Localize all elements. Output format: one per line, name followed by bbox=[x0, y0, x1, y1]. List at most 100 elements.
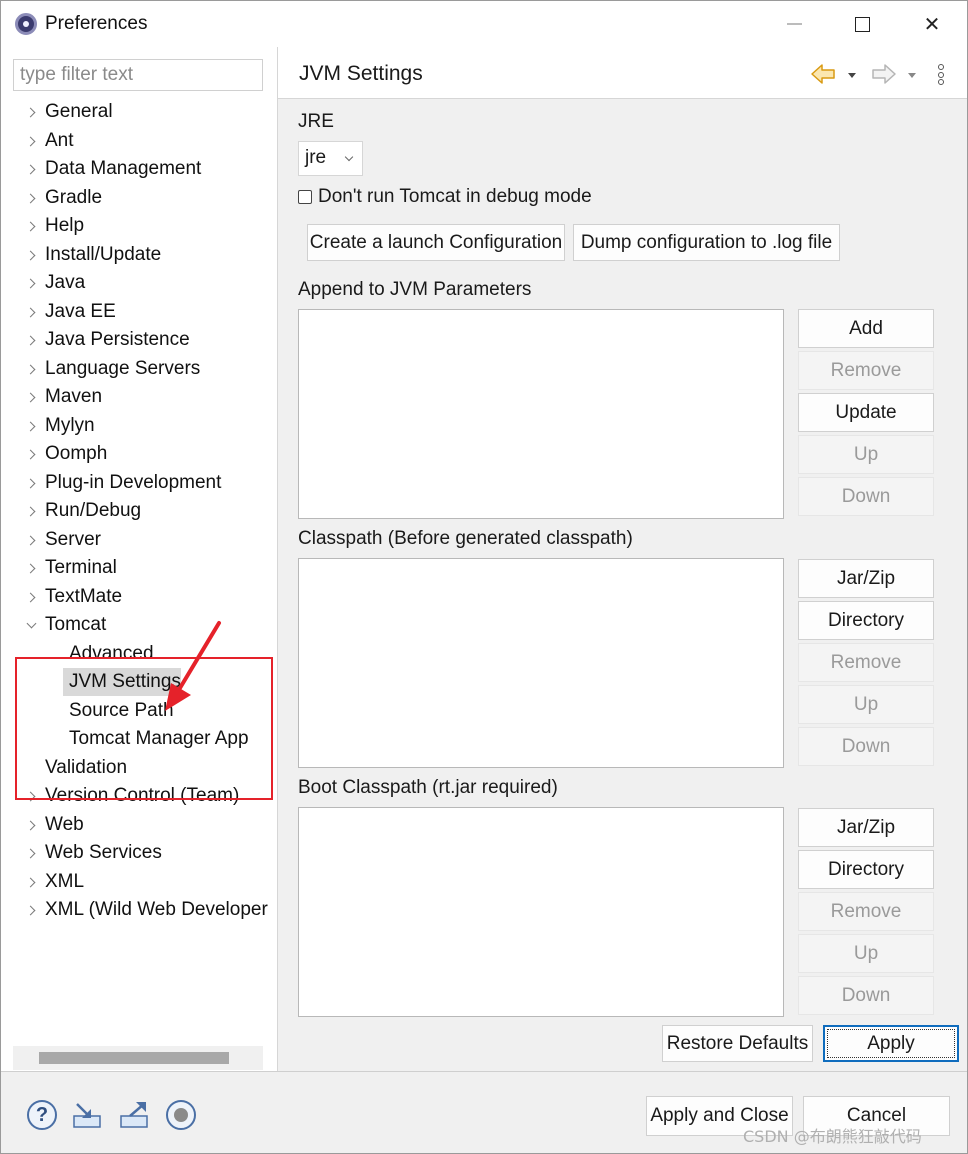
tree-item-label: Tomcat bbox=[45, 614, 107, 635]
boot-up-button[interactable]: Up bbox=[798, 934, 934, 973]
chevron-right-icon[interactable] bbox=[25, 326, 37, 354]
chevron-right-icon[interactable] bbox=[25, 212, 37, 240]
tree-item-ant[interactable]: Ant bbox=[1, 127, 278, 155]
filter-input[interactable] bbox=[13, 59, 263, 91]
chevron-right-icon[interactable] bbox=[25, 440, 37, 468]
tree-item-mylyn[interactable]: Mylyn bbox=[1, 412, 278, 440]
chevron-right-icon[interactable] bbox=[25, 412, 37, 440]
chevron-right-icon[interactable] bbox=[25, 839, 37, 867]
classpath-list[interactable] bbox=[298, 558, 784, 768]
tree-item-java[interactable]: Java bbox=[1, 269, 278, 297]
chevron-right-icon[interactable] bbox=[25, 155, 37, 183]
import-preferences-icon[interactable] bbox=[71, 1100, 103, 1130]
tree-item-maven[interactable]: Maven bbox=[1, 383, 278, 411]
chevron-right-icon[interactable] bbox=[25, 269, 37, 297]
boot-remove-button[interactable]: Remove bbox=[798, 892, 934, 931]
preferences-tree-panel: General Ant Data Management Gradle Help Insta… bbox=[1, 47, 278, 1071]
tree-item-label: Server bbox=[45, 528, 101, 550]
minimize-icon bbox=[786, 23, 802, 25]
forward-arrow-icon[interactable] bbox=[871, 63, 897, 85]
chevron-right-icon[interactable] bbox=[25, 469, 37, 497]
jre-combo[interactable]: jre bbox=[298, 141, 363, 176]
tree-item-data-management[interactable]: Data Management bbox=[1, 155, 278, 183]
chevron-right-icon[interactable] bbox=[25, 896, 37, 924]
tree-item-label: Terminal bbox=[45, 557, 117, 578]
tree-item-xml-wild-web-developer[interactable]: XML (Wild Web Developer bbox=[1, 896, 278, 924]
page-header: JVM Settings bbox=[278, 47, 967, 99]
maximize-icon bbox=[854, 16, 870, 32]
tree-item-label: Gradle bbox=[45, 186, 103, 208]
chevron-right-icon[interactable] bbox=[25, 298, 37, 326]
boot-jar-zip-button[interactable]: Jar/Zip bbox=[798, 808, 934, 847]
jvm-settings-page: JVM Settings JRE jre Don't run Tomcat in… bbox=[278, 47, 967, 1071]
apply-button[interactable]: Apply bbox=[823, 1025, 959, 1062]
close-button[interactable]: ✕ bbox=[897, 1, 967, 47]
tree-item-label: Java Persistence bbox=[45, 329, 190, 350]
dump-configuration-button[interactable]: Dump configuration to .log file bbox=[573, 224, 840, 261]
boot-classpath-list[interactable] bbox=[298, 807, 784, 1017]
tree-item-web[interactable]: Web bbox=[1, 811, 278, 839]
jvm-parameters-list[interactable] bbox=[298, 309, 784, 519]
tree-item-web-services[interactable]: Web Services bbox=[1, 839, 278, 867]
tree-item-general[interactable]: General bbox=[1, 98, 278, 126]
tree-item-gradle[interactable]: Gradle bbox=[1, 184, 278, 212]
scrollbar-thumb[interactable] bbox=[39, 1052, 229, 1064]
cp-jar-zip-button[interactable]: Jar/Zip bbox=[798, 559, 934, 598]
export-preferences-icon[interactable] bbox=[118, 1100, 150, 1130]
debug-mode-checkbox[interactable] bbox=[298, 190, 312, 204]
tree-item-label: Maven bbox=[45, 386, 103, 407]
chevron-right-icon[interactable] bbox=[25, 554, 37, 582]
chevron-right-icon[interactable] bbox=[25, 241, 37, 269]
tree-item-help[interactable]: Help bbox=[1, 212, 278, 240]
tree-horizontal-scrollbar[interactable] bbox=[13, 1046, 263, 1070]
boot-classpath-label: Boot Classpath (rt.jar required) bbox=[298, 777, 558, 798]
view-menu-icon[interactable] bbox=[938, 64, 946, 86]
chevron-right-icon[interactable] bbox=[25, 127, 37, 155]
maximize-button[interactable] bbox=[827, 1, 897, 47]
tree-item-plug-in-development[interactable]: Plug-in Development bbox=[1, 469, 278, 497]
jvm-down-button[interactable]: Down bbox=[798, 477, 934, 516]
tree-item-run-debug[interactable]: Run/Debug bbox=[1, 497, 278, 525]
tree-item-oomph[interactable]: Oomph bbox=[1, 440, 278, 468]
jvm-up-button[interactable]: Up bbox=[798, 435, 934, 474]
restore-defaults-button[interactable]: Restore Defaults bbox=[662, 1025, 813, 1062]
create-launch-configuration-button[interactable]: Create a launch Configuration bbox=[307, 224, 565, 261]
chevron-right-icon[interactable] bbox=[25, 526, 37, 554]
tree-item-java-ee[interactable]: Java EE bbox=[1, 298, 278, 326]
cp-down-button[interactable]: Down bbox=[798, 727, 934, 766]
tree-item-terminal[interactable]: Terminal bbox=[1, 554, 278, 582]
chevron-right-icon[interactable] bbox=[25, 355, 37, 383]
tree-item-java-persistence[interactable]: Java Persistence bbox=[1, 326, 278, 354]
chevron-right-icon[interactable] bbox=[25, 184, 37, 212]
tree-item-textmate[interactable]: TextMate bbox=[1, 583, 278, 611]
boot-down-button[interactable]: Down bbox=[798, 976, 934, 1015]
chevron-right-icon[interactable] bbox=[25, 98, 37, 126]
jvm-update-button[interactable]: Update bbox=[798, 393, 934, 432]
tree-item-server[interactable]: Server bbox=[1, 526, 278, 554]
chevron-right-icon[interactable] bbox=[25, 583, 37, 611]
forward-history-dropdown-icon[interactable] bbox=[908, 73, 916, 78]
back-history-dropdown-icon[interactable] bbox=[848, 73, 856, 78]
help-icon[interactable]: ? bbox=[27, 1100, 57, 1130]
chevron-right-icon[interactable] bbox=[25, 497, 37, 525]
tree-item-xml[interactable]: XML bbox=[1, 868, 278, 896]
cp-up-button[interactable]: Up bbox=[798, 685, 934, 724]
chevron-down-icon[interactable] bbox=[25, 611, 37, 639]
chevron-right-icon[interactable] bbox=[25, 868, 37, 896]
oomph-record-icon[interactable] bbox=[166, 1100, 196, 1130]
minimize-button[interactable] bbox=[759, 1, 829, 47]
eclipse-app-icon bbox=[15, 13, 37, 35]
tree-item-label: Oomph bbox=[45, 443, 108, 464]
jvm-remove-button[interactable]: Remove bbox=[798, 351, 934, 390]
tree-item-install-update[interactable]: Install/Update bbox=[1, 241, 278, 269]
debug-mode-checkbox-row[interactable]: Don't run Tomcat in debug mode bbox=[298, 186, 592, 208]
tree-item-language-servers[interactable]: Language Servers bbox=[1, 355, 278, 383]
back-arrow-icon[interactable] bbox=[810, 63, 836, 85]
boot-directory-button[interactable]: Directory bbox=[798, 850, 934, 889]
chevron-right-icon[interactable] bbox=[25, 383, 37, 411]
cp-remove-button[interactable]: Remove bbox=[798, 643, 934, 682]
cp-directory-button[interactable]: Directory bbox=[798, 601, 934, 640]
jvm-add-button[interactable]: Add bbox=[798, 309, 934, 348]
jvm-parameters-label: Append to JVM Parameters bbox=[298, 279, 532, 300]
chevron-right-icon[interactable] bbox=[25, 811, 37, 839]
